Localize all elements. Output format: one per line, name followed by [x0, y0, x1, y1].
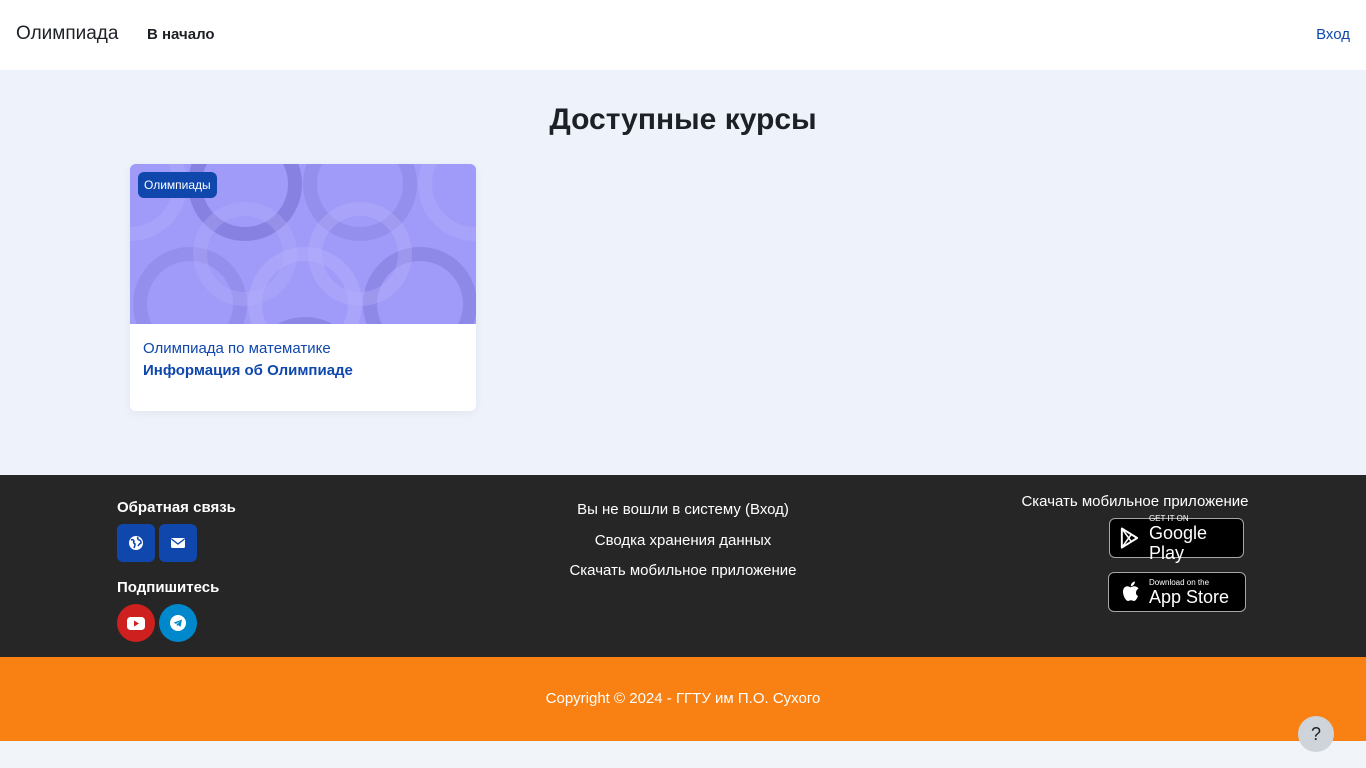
- not-logged-in-link[interactable]: Вы не вошли в систему (Вход): [430, 501, 936, 518]
- google-play-small-text: GET IT ON: [1148, 513, 1189, 523]
- help-button[interactable]: ?: [1298, 716, 1334, 752]
- youtube-icon: [127, 616, 145, 630]
- youtube-button[interactable]: [117, 604, 155, 642]
- globe-icon: [129, 536, 143, 550]
- login-link[interactable]: Вход: [1316, 26, 1350, 43]
- app-store-big-text: App Store: [1149, 586, 1230, 607]
- mobile-app-link[interactable]: Скачать мобильное приложение: [430, 562, 936, 579]
- app-store-small-text: Download on the: [1149, 577, 1210, 587]
- copyright-bar: Copyright © 2024 - ГГТУ им П.О. Сухого: [0, 657, 1366, 741]
- nav-home-link[interactable]: В начало: [147, 26, 215, 43]
- telegram-icon: [170, 615, 186, 631]
- course-image[interactable]: Олимпиады: [130, 164, 476, 324]
- course-name-link[interactable]: Информация об Олимпиаде: [143, 362, 353, 379]
- telegram-button[interactable]: [159, 604, 197, 642]
- apple-icon: [1123, 581, 1139, 601]
- main-content: Доступные курсы Олимпиады Олимпиада по м…: [0, 70, 1366, 475]
- app-store-badge[interactable]: Download on the App Store: [1108, 572, 1246, 612]
- course-category-link[interactable]: Олимпиада по математике: [143, 340, 331, 357]
- data-retention-link[interactable]: Сводка хранения данных: [430, 532, 936, 549]
- website-button[interactable]: [117, 524, 155, 562]
- page-title: Доступные курсы: [549, 103, 817, 136]
- course-category-badge: Олимпиады: [138, 172, 217, 198]
- google-play-big-text: Google Play: [1148, 522, 1207, 563]
- email-button[interactable]: [159, 524, 197, 562]
- subscribe-title: Подпишитесь: [117, 579, 220, 596]
- copyright-text: Copyright © 2024 - ГГТУ им П.О. Сухого: [545, 690, 821, 707]
- feedback-title: Обратная связь: [117, 499, 236, 516]
- google-play-icon: [1120, 527, 1139, 549]
- site-brand[interactable]: Олимпиада: [16, 23, 118, 45]
- course-card[interactable]: Олимпиады Олимпиада по математике Информ…: [130, 164, 476, 411]
- top-navbar: Олимпиада В начало Вход: [0, 0, 1366, 70]
- envelope-icon: [171, 538, 185, 548]
- footer: Обратная связь Подпишитесь Вы не вошли в…: [0, 475, 1366, 657]
- google-play-badge[interactable]: GET IT ON Google Play: [1109, 514, 1244, 563]
- mobile-apps-title: Скачать мобильное приложение: [1021, 493, 1249, 510]
